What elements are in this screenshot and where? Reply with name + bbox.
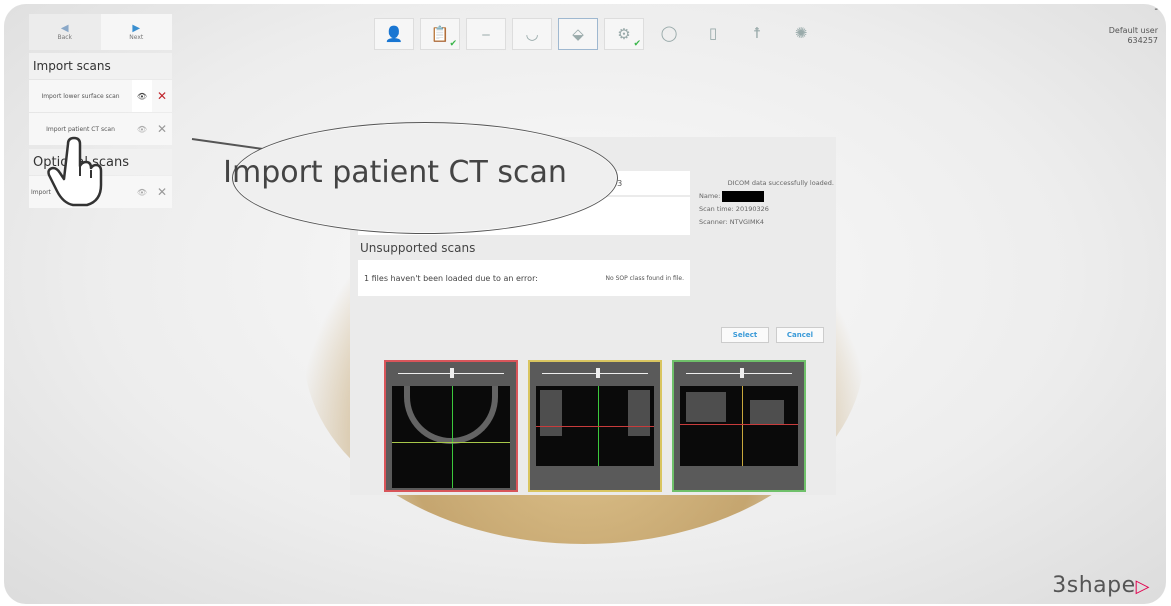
dicom-metadata: DICOM data successfully loaded. Name: Sc… (699, 177, 834, 229)
patient-icon[interactable]: 👤 (374, 18, 414, 50)
close-icon[interactable]: ✕ (152, 113, 172, 145)
navigation-buttons: ◀ Back ▶ Next (29, 14, 172, 50)
unsupported-scans-title: Unsupported scans (360, 241, 476, 255)
minimize-button[interactable]: - (1154, 4, 1158, 15)
slice-slider[interactable] (686, 368, 792, 378)
implant-icon[interactable]: ▯ (694, 18, 732, 48)
scan-time: Scan time: 20190326 (699, 205, 769, 213)
unsupported-scans-box: 1 files haven't been loaded due to an er… (358, 260, 690, 296)
tooth-scan-icon[interactable]: ◡ (512, 18, 552, 50)
slider-thumb[interactable] (740, 368, 744, 378)
crosshair-vertical (742, 386, 743, 466)
next-arrow-icon: ▶ (132, 22, 141, 34)
slice-slider[interactable] (542, 368, 648, 378)
callout-text: Import patient CT scan (223, 154, 567, 190)
unsupported-message: 1 files haven't been loaded due to an er… (364, 273, 538, 283)
bone-shadow (628, 390, 650, 436)
ct-axial-view[interactable] (384, 360, 518, 492)
redacted-name (722, 190, 765, 202)
hand-pointer-icon (47, 136, 103, 207)
ct-sagittal-view[interactable] (672, 360, 806, 492)
crosshair-vertical (452, 386, 453, 488)
logo-text: 3shape (1052, 573, 1136, 598)
slice-slider[interactable] (398, 368, 504, 378)
close-icon[interactable]: ✕ (152, 80, 172, 112)
scan-row-lower-surface[interactable]: Import lower surface scan 👁 ✕ (29, 80, 172, 112)
back-label: Back (57, 33, 73, 41)
back-button[interactable]: ◀ Back (29, 14, 101, 50)
logo-triangle-icon: ▷ (1135, 576, 1150, 597)
jaw-cross-section (404, 386, 498, 444)
scan-label: Import lower surface scan (41, 92, 120, 100)
user-id: 634257 (1127, 36, 1158, 45)
scanner-info: Scanner: NTVGIMK4 (699, 218, 764, 226)
user-name: Default user (1108, 26, 1158, 35)
cancel-button[interactable]: Cancel (776, 327, 824, 343)
name-label: Name: (699, 192, 721, 200)
crosshair-horizontal (392, 442, 510, 443)
slider-thumb[interactable] (596, 368, 600, 378)
ct-image-coronal[interactable] (536, 386, 654, 466)
bone-shadow (686, 392, 726, 422)
import-scans-title: Import scans (29, 53, 172, 79)
planning-icon[interactable]: ⚙ ✔ (604, 18, 644, 50)
select-button[interactable]: Select (721, 327, 769, 343)
user-info: Default user 634257 (1109, 26, 1158, 46)
slider-thumb[interactable] (450, 368, 454, 378)
ct-coronal-view[interactable] (528, 360, 662, 492)
eye-icon[interactable]: 👁 (132, 80, 152, 112)
bone-shadow (540, 390, 562, 436)
back-arrow-icon: ◀ (60, 22, 69, 34)
brand-logo: 3shape▷ (1052, 573, 1150, 598)
eye-icon[interactable]: 👁 (132, 176, 152, 208)
guide-icon[interactable]: ✺ (782, 18, 820, 48)
surgeon-icon[interactable]: ☨ (738, 18, 776, 48)
tutorial-callout: Import patient CT scan (223, 122, 618, 234)
next-button[interactable]: ▶ Next (100, 14, 172, 50)
unsupported-error: No SOP class found in file. (605, 274, 684, 282)
load-status: DICOM data successfully loaded. (727, 179, 834, 187)
workflow-steps: 👤 📋 ✔ ⎯ ◡ ⬙ ⚙ ✔ ◯ ▯ ☨ ✺ (374, 18, 820, 50)
crown-icon[interactable]: ◯ (650, 18, 688, 48)
next-label: Next (129, 33, 144, 41)
close-icon[interactable]: ✕ (152, 176, 172, 208)
scanner-icon[interactable]: ⎯ (466, 18, 506, 50)
eye-icon[interactable]: 👁 (132, 113, 152, 145)
ct-image-axial[interactable] (392, 386, 510, 488)
ct-import-icon[interactable]: ⬙ (558, 18, 598, 50)
app-window: - Default user 634257 👤 📋 ✔ ⎯ ◡ ⬙ ⚙ ✔ ◯ ▯ … (4, 4, 1166, 604)
crosshair-horizontal (536, 426, 654, 427)
ct-image-sagittal[interactable] (680, 386, 798, 466)
crosshair-horizontal (680, 424, 798, 425)
order-form-icon[interactable]: 📋 ✔ (420, 18, 460, 50)
bone-shadow (750, 400, 784, 424)
top-toolbar: - Default user 634257 👤 📋 ✔ ⎯ ◡ ⬙ ⚙ ✔ ◯ ▯ … (4, 4, 1166, 60)
